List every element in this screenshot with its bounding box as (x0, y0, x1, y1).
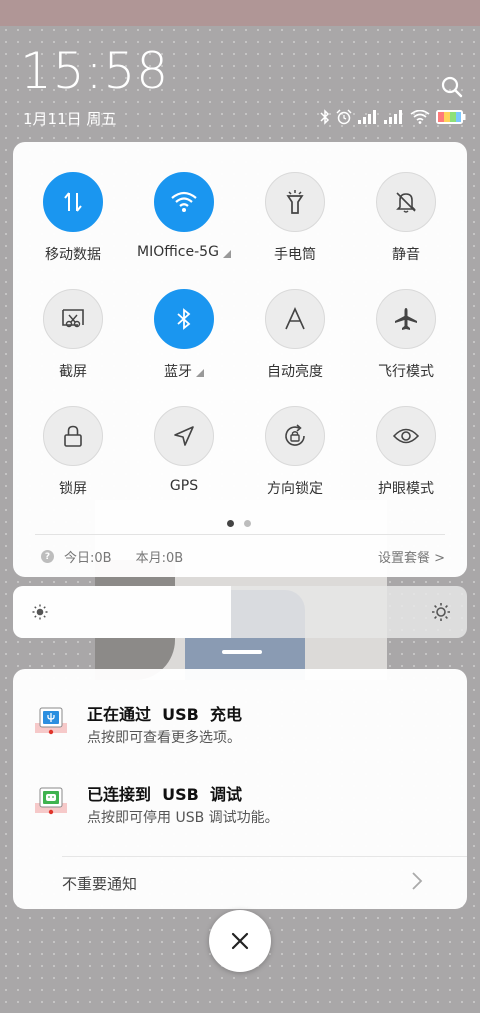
notification-subtitle: 点按即可查看更多选项。 (87, 730, 241, 746)
tile-label: 锁屏 (59, 481, 87, 497)
tile-gps[interactable]: GPS (129, 406, 239, 516)
tile-wifi[interactable]: MIOffice-5G (129, 172, 239, 282)
tile-button[interactable] (376, 172, 436, 232)
clear-all-button[interactable] (209, 910, 271, 972)
eye-icon (392, 428, 420, 444)
tile-button[interactable] (376, 289, 436, 349)
notification-title: 正在通过 USB 充电 (87, 705, 242, 724)
chevron-right-icon (412, 872, 423, 890)
tile-button[interactable] (154, 406, 214, 466)
battery-icon (436, 110, 466, 124)
notification-item[interactable]: 已连接到 USB 调试 点按即可停用 USB 调试功能。 (13, 781, 467, 841)
tile-label: 自动亮度 (267, 364, 323, 380)
search-icon[interactable] (441, 76, 463, 98)
flashlight-icon (286, 190, 304, 214)
wifi-icon (410, 110, 430, 124)
tile-label: GPS (169, 478, 199, 494)
tile-label: 截屏 (59, 364, 87, 380)
tile-label: 飞行模式 (378, 364, 434, 380)
screenshot-icon (62, 309, 84, 328)
minor-notifications-row[interactable]: 不重要通知 (62, 857, 467, 909)
page-indicator (227, 520, 251, 527)
tile-button[interactable] (43, 289, 103, 349)
notification-title: 已连接到 USB 调试 (87, 785, 242, 804)
expand-triangle-icon (222, 250, 231, 258)
bluetooth-icon (320, 109, 330, 125)
tile-eye-care[interactable]: 护眼模式 (351, 406, 461, 516)
mobile-data-icon (64, 192, 82, 212)
plan-settings-link[interactable]: 设置套餐 > (378, 547, 445, 566)
bell-off-icon (396, 192, 416, 213)
data-usage: ? 今日:0B 本月:0B (41, 547, 183, 566)
tile-label: 静音 (392, 247, 420, 263)
tile-lock-screen[interactable]: 锁屏 (18, 406, 128, 516)
clock-date: 1月11日 周五 (23, 110, 117, 128)
brightness-high-icon (432, 603, 450, 621)
tile-bluetooth[interactable]: 蓝牙 (129, 289, 239, 399)
tile-silent[interactable]: 静音 (351, 172, 461, 282)
tile-flashlight[interactable]: 手电筒 (240, 172, 350, 282)
tile-mobile-data[interactable]: 移动数据 (18, 172, 128, 282)
status-bar-icons (320, 108, 466, 126)
bluetooth-icon (177, 308, 191, 330)
usb-icon (35, 707, 67, 735)
android-debug-icon (35, 787, 67, 815)
brightness-slider[interactable] (13, 586, 467, 638)
tile-label: MIOffice-5G (137, 244, 219, 260)
wifi-icon (171, 191, 197, 212)
drag-handle[interactable] (222, 650, 262, 654)
tile-airplane[interactable]: 飞行模式 (351, 289, 461, 399)
divider (35, 534, 445, 535)
tile-button[interactable] (376, 406, 436, 466)
wallpaper-top-band (0, 0, 480, 26)
tile-screenshot[interactable]: 截屏 (18, 289, 128, 399)
rotation-lock-icon (285, 424, 305, 446)
help-icon: ? (41, 550, 54, 563)
close-icon (231, 932, 249, 950)
auto-brightness-icon (285, 307, 305, 330)
notification-subtitle: 点按即可停用 USB 调试功能。 (87, 810, 279, 826)
page-dot-active (227, 520, 234, 527)
notification-item[interactable]: 正在通过 USB 充电 点按即可查看更多选项。 (13, 701, 467, 761)
tile-label: 移动数据 (45, 247, 101, 263)
clock-time: 15:58 (20, 42, 170, 100)
tile-button[interactable] (154, 172, 214, 232)
signal-icon (384, 110, 402, 124)
tile-button[interactable] (154, 289, 214, 349)
tile-button[interactable] (43, 406, 103, 466)
tile-label: 手电筒 (274, 247, 316, 263)
airplane-icon (395, 308, 417, 330)
tile-button[interactable] (265, 172, 325, 232)
lock-icon (64, 425, 82, 447)
tile-button[interactable] (43, 172, 103, 232)
tile-rotation-lock[interactable]: 方向锁定 (240, 406, 350, 516)
alarm-icon (336, 109, 352, 125)
signal-icon (358, 110, 376, 124)
tile-button[interactable] (265, 289, 325, 349)
quick-settings-panel: 移动数据 MIOffice-5G 手电筒 静音 截屏 蓝牙 自动亮度 飞行模式 … (13, 142, 467, 577)
usage-month: 本月:0B (135, 551, 184, 566)
tile-label: 蓝牙 (164, 364, 192, 380)
expand-triangle-icon (196, 369, 204, 377)
tile-button[interactable] (265, 406, 325, 466)
usage-today: 今日:0B (64, 551, 112, 566)
brightness-low-icon (32, 604, 48, 620)
page-dot (244, 520, 251, 527)
location-icon (174, 426, 194, 446)
tile-label: 方向锁定 (267, 481, 323, 497)
notification-panel: 正在通过 USB 充电 点按即可查看更多选项。 已连接到 USB 调试 点按即可… (13, 669, 467, 909)
tile-auto-brightness[interactable]: 自动亮度 (240, 289, 350, 399)
tile-label: 护眼模式 (378, 481, 434, 497)
minor-notifications-label: 不重要通知 (62, 875, 138, 893)
